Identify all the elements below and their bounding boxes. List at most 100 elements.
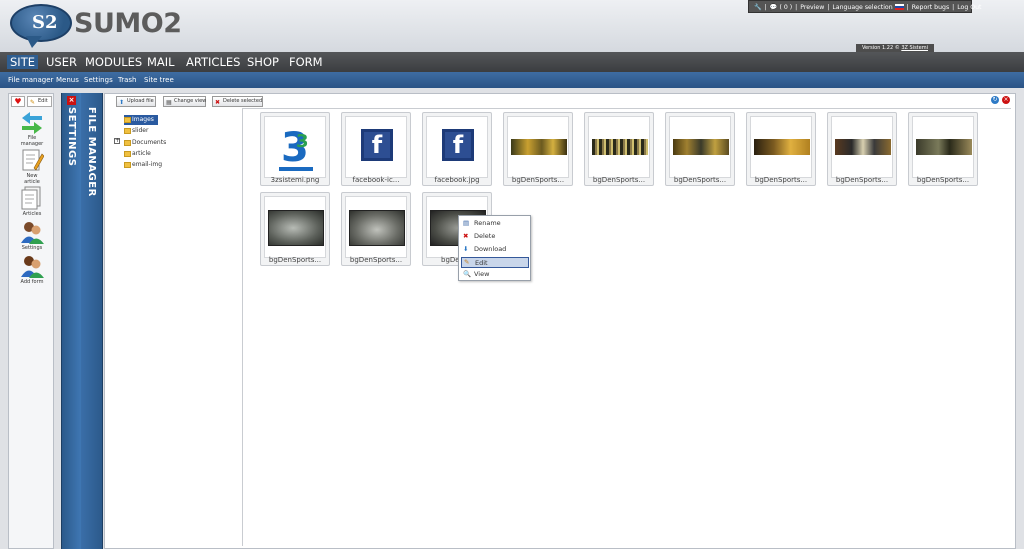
version-text: Version 1.22 © [862, 45, 900, 51]
tool-articles[interactable]: Articles [13, 186, 51, 217]
tool-settings[interactable]: Settings [13, 220, 51, 251]
file-tile[interactable]: 3 3 3zsistemi.png [260, 112, 330, 186]
nav-articles[interactable]: ARTICLES [186, 55, 240, 69]
folder-icon [124, 140, 131, 146]
subnav-file-manager[interactable]: File manager [8, 75, 53, 85]
change-view-button[interactable]: ▦ Change view [163, 96, 206, 107]
context-menu-rename[interactable]: ▤ Rename [461, 218, 529, 229]
file-tile[interactable]: bgDenSports... [665, 112, 735, 186]
top-user-bar: 🔧 | 💬( 0 ) | Preview | Language selectio… [748, 0, 981, 13]
tool-settings-label: Settings [21, 245, 43, 251]
tree-folder-documents[interactable]: Documents [124, 138, 166, 148]
report-bugs-link[interactable]: Report bugs [912, 4, 949, 11]
image-preview [754, 139, 810, 155]
version-label: Version 1.22 © 3Z Sistemi [856, 44, 934, 52]
close-settings-icon[interactable]: × [67, 96, 76, 105]
context-menu-download[interactable]: ⬇ Download [461, 244, 529, 255]
upload-icon: ⬆ [119, 99, 125, 106]
file-manager-content: ⬆ Upload file ▦ Change view ✖ Delete select… [104, 93, 1016, 549]
file-tile[interactable]: bgDenSports... [908, 112, 978, 186]
settings-panel-strip[interactable]: × SETTINGS [61, 93, 81, 549]
nav-modules[interactable]: MODULES [85, 55, 142, 69]
magnifier-icon: 🔍 [463, 270, 472, 278]
logo[interactable]: S2 SUMO2 [8, 4, 182, 48]
subnav-menus[interactable]: Menus [56, 75, 79, 85]
nav-site[interactable]: SITE [7, 55, 38, 69]
logo-text: SUMO2 [74, 8, 182, 39]
file-tile[interactable]: bgDenSports... [746, 112, 816, 186]
subnav-settings[interactable]: Settings [84, 75, 113, 85]
notification-count[interactable]: ( 0 ) [779, 4, 792, 11]
file-tile[interactable]: bgDenSports... [584, 112, 654, 186]
messages-icon[interactable]: 💬 [770, 4, 778, 11]
tree-folder-slider[interactable]: slider [124, 126, 148, 136]
pencil-icon: ✎ [30, 99, 36, 106]
version-link[interactable]: 3Z Sistemi [901, 45, 928, 51]
file-manager-panel-strip[interactable]: FILE MANAGER [81, 93, 103, 549]
file-thumbnail [750, 116, 812, 178]
folder-icon [124, 117, 131, 123]
file-tile[interactable]: bgDenSports... [827, 112, 897, 186]
download-icon: ⬇ [463, 245, 469, 253]
language-selection-link[interactable]: Language selection [832, 4, 892, 11]
file-name: bgDenSports... [268, 256, 322, 264]
settings-strip-label: SETTINGS [66, 107, 77, 167]
tree-folder-label: article [132, 150, 151, 157]
subnav-site-tree[interactable]: Site tree [144, 75, 174, 85]
tree-folder-images[interactable]: Images [124, 115, 158, 125]
file-name: bgDenSports... [754, 176, 808, 184]
logo-mark: S2 [32, 12, 58, 33]
file-name: facebook-ic... [352, 176, 400, 184]
edit-label: Edit [38, 98, 48, 104]
nav-mail[interactable]: MAIL [147, 55, 175, 69]
upload-file-button[interactable]: ⬆ Upload file [116, 96, 156, 107]
view-icon: ▦ [166, 99, 172, 106]
nav-user[interactable]: USER [46, 55, 77, 69]
tool-add-form[interactable]: Add form [13, 254, 51, 285]
tree-folder-label: slider [132, 127, 149, 134]
file-name: bgDenSports... [511, 176, 565, 184]
context-menu-view[interactable]: 🔍 View [461, 269, 529, 280]
tools-icon[interactable]: 🔧 [754, 4, 762, 11]
edit-tools-button[interactable]: ✎ Edit [27, 96, 52, 107]
delete-selected-button[interactable]: ✖ Delete selected [212, 96, 263, 107]
view-label: View [474, 270, 490, 278]
language-flag-icon[interactable] [894, 4, 904, 10]
folder-icon [124, 162, 131, 168]
add-form-icon [20, 254, 44, 278]
file-tile[interactable]: bgDenSports... [341, 192, 411, 266]
file-tile[interactable]: f facebook-ic... [341, 112, 411, 186]
file-name: bgDenSports... [916, 176, 970, 184]
image-preview [592, 139, 648, 155]
close-icon[interactable]: × [1002, 96, 1010, 104]
facebook-icon: f [361, 129, 393, 161]
articles-icon [20, 186, 44, 210]
logout-link[interactable]: Log Out [957, 4, 981, 11]
file-tile[interactable]: bgDenSports... [503, 112, 573, 186]
preview-link[interactable]: Preview [800, 4, 824, 11]
favorites-heart-icon[interactable]: ♥ [11, 96, 25, 107]
tree-expand-icon[interactable]: + [114, 138, 120, 144]
file-tile[interactable]: f facebook.jpg [422, 112, 492, 186]
tool-new-article[interactable]: New article [13, 148, 51, 185]
delete-selected-label: Delete selected [223, 98, 263, 104]
tree-folder-article[interactable]: article [124, 149, 151, 159]
rename-label: Rename [474, 219, 501, 227]
file-name: bgDenSports... [349, 256, 403, 264]
tree-folder-label: Documents [132, 139, 167, 146]
nav-form[interactable]: FORM [289, 55, 323, 69]
refresh-icon[interactable]: ↻ [991, 96, 999, 104]
logo-bubble-tail [26, 36, 42, 48]
subnav-trash[interactable]: Trash [118, 75, 137, 85]
context-menu-edit[interactable]: ✎ Edit [461, 257, 529, 268]
tool-new-article-label: New article [24, 173, 40, 185]
nav-shop[interactable]: SHOP [247, 55, 279, 69]
pencil-icon: ✎ [464, 258, 470, 266]
new-article-icon [20, 148, 45, 172]
context-menu-delete[interactable]: ✖ Delete [461, 231, 529, 242]
tool-file-manager-label: File manager [20, 135, 44, 147]
file-thumbnail: f [345, 116, 407, 178]
tool-file-manager[interactable]: File manager [13, 110, 51, 147]
tree-folder-email-img[interactable]: email-img [124, 160, 162, 170]
file-tile[interactable]: bgDenSports... [260, 192, 330, 266]
